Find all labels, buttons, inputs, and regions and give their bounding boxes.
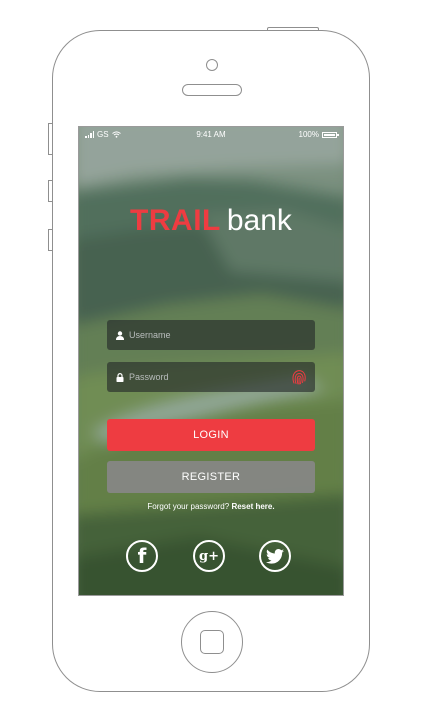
logo-suffix-text: bank xyxy=(226,204,292,237)
facebook-icon: f xyxy=(137,544,147,568)
google-plus-icon: g+ xyxy=(199,548,219,564)
password-field[interactable] xyxy=(107,362,315,392)
background-overlay xyxy=(79,127,343,595)
forgot-password-prompt: Forgot your password? xyxy=(147,502,230,511)
password-input[interactable] xyxy=(129,372,279,382)
google-plus-button[interactable]: g+ xyxy=(193,540,225,572)
fingerprint-icon[interactable] xyxy=(290,368,308,386)
front-camera xyxy=(206,59,218,71)
facebook-button[interactable]: f xyxy=(126,540,158,572)
twitter-icon xyxy=(266,548,284,564)
username-field[interactable] xyxy=(107,320,315,350)
home-button-square-icon xyxy=(200,630,224,654)
username-input[interactable] xyxy=(129,330,279,340)
logo-brand-text: TRAIL xyxy=(130,204,221,237)
reset-password-link[interactable]: Reset here. xyxy=(231,502,274,511)
register-button[interactable]: REGISTER xyxy=(107,461,315,493)
earpiece-speaker xyxy=(182,84,242,96)
phone-screen: GS 9:41 AM 100% TRAIL bank Username LOGI… xyxy=(78,126,344,596)
battery-icon xyxy=(322,131,339,138)
app-logo: TRAIL bank xyxy=(79,204,343,238)
user-icon xyxy=(115,330,125,340)
twitter-button[interactable] xyxy=(259,540,291,572)
battery-percent: 100% xyxy=(298,130,319,139)
status-bar: GS 9:41 AM 100% xyxy=(79,127,343,141)
forgot-password-text: Forgot your password? Reset here. xyxy=(79,502,343,511)
login-button[interactable]: LOGIN xyxy=(107,419,315,451)
lock-icon xyxy=(115,372,125,382)
